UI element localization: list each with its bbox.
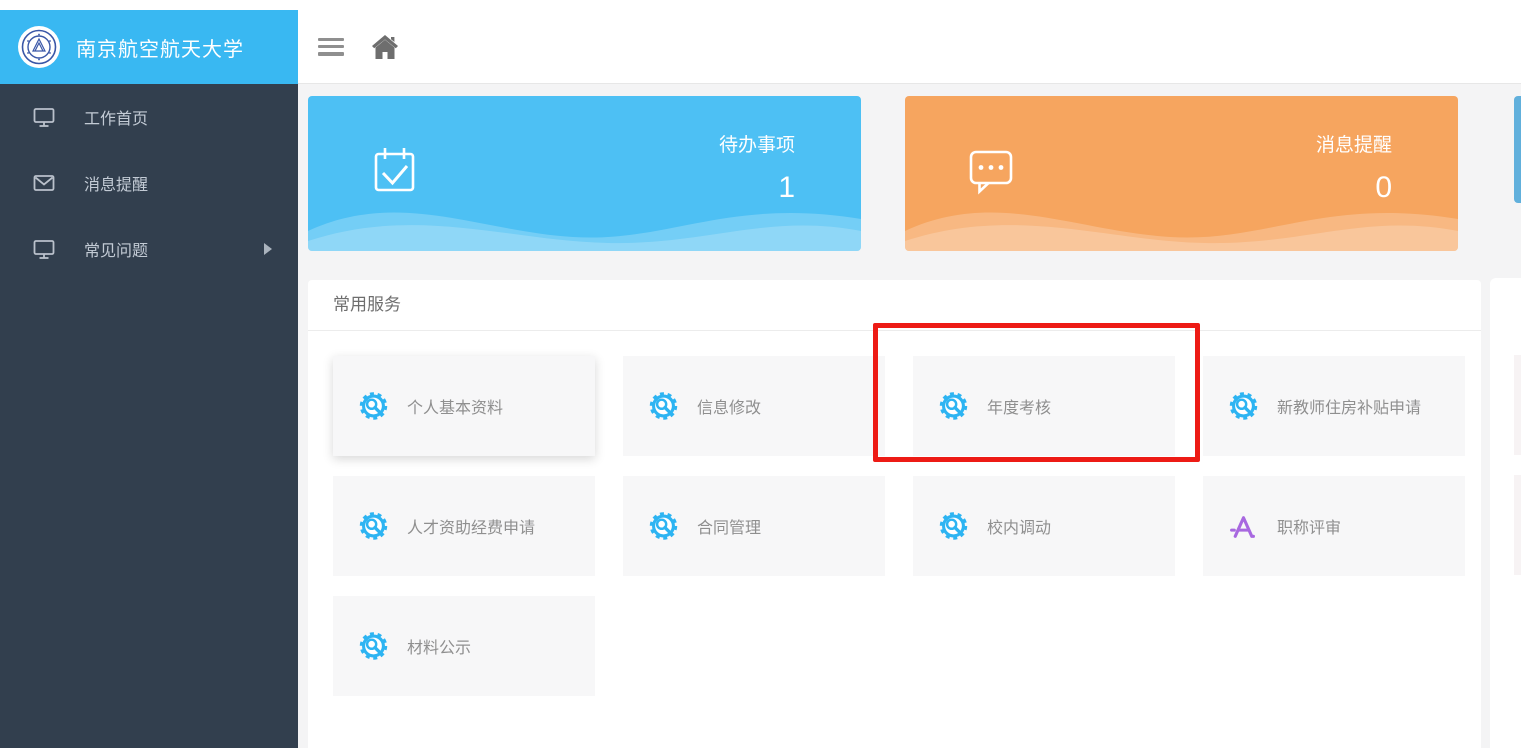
service-tile-label: 人才资助经费申请 [407,514,535,538]
stat-card-message[interactable]: 消息提醒 0 [905,96,1458,251]
purple-a-icon [1228,511,1259,542]
sidebar-nav: 工作首页 消息提醒 常见问题 [0,84,298,748]
sidebar-item-label: 消息提醒 [84,171,148,195]
topbar [298,10,1521,84]
gear-search-icon [1228,391,1259,422]
gear-search-icon [938,391,969,422]
service-tile-talent-funding[interactable]: 人才资助经费申请 [333,476,595,576]
app-screen: 南京航空航天大学 工作首页 消息提醒 常见问题 待办事项 1 [0,0,1521,748]
service-tile-info-edit[interactable]: 信息修改 [623,356,885,456]
gear-search-icon [358,631,389,662]
partial-panel-right [1490,278,1521,748]
service-tile-internal-transfer[interactable]: 校内调动 [913,476,1175,576]
monitor-icon [32,237,56,261]
services-panel-title: 常用服务 [308,280,1481,331]
service-tile-contract-management[interactable]: 合同管理 [623,476,885,576]
stat-card-title: 消息提醒 [1316,130,1392,157]
stat-card-todo[interactable]: 待办事项 1 [308,96,861,251]
service-tile-title-review[interactable]: 职称评审 [1203,476,1465,576]
gear-search-icon [358,391,389,422]
university-logo-icon [18,26,60,68]
gear-search-icon [358,511,389,542]
service-tile-material-publicity[interactable]: 材料公示 [333,596,595,696]
chevron-right-icon [264,243,272,255]
sidebar-item-work-home[interactable]: 工作首页 [0,84,298,150]
main-content: 待办事项 1 消息提醒 0 常用服务 个人基本资料 信息修改 年度考核 新教 [298,84,1521,748]
service-tile-label: 职称评审 [1277,514,1341,538]
monitor-icon [32,105,56,129]
sidebar-item-label: 常见问题 [84,237,148,261]
service-tile-label: 材料公示 [407,634,471,658]
brand-header: 南京航空航天大学 [0,10,298,84]
services-grid: 个人基本资料 信息修改 年度考核 新教师住房补贴申请 人才资助经费申请 合同管理… [308,331,1481,721]
service-tile-annual-assessment[interactable]: 年度考核 [913,356,1175,456]
sidebar-item-label: 工作首页 [84,105,148,129]
gear-search-icon [648,391,679,422]
service-tile-label: 校内调动 [987,514,1051,538]
service-tile-label: 合同管理 [697,514,761,538]
sidebar-item-faq[interactable]: 常见问题 [0,216,298,282]
service-tile-label: 信息修改 [697,394,761,418]
stat-card-partial[interactable] [1514,96,1521,203]
gear-search-icon [938,511,969,542]
sidebar-item-messages[interactable]: 消息提醒 [0,150,298,216]
gear-search-icon [648,511,679,542]
partial-tile [1514,475,1521,575]
services-panel: 常用服务 个人基本资料 信息修改 年度考核 新教师住房补贴申请 人才资助经费申请… [308,280,1481,748]
service-tile-label: 新教师住房补贴申请 [1277,394,1421,418]
envelope-icon [32,171,56,195]
university-name: 南京航空航天大学 [76,33,244,62]
wave-decoration [308,179,861,251]
service-tile-label: 个人基本资料 [407,394,503,418]
service-tile-personal-info[interactable]: 个人基本资料 [333,356,595,456]
wave-decoration [905,179,1458,251]
partial-tile [1514,355,1521,455]
home-icon[interactable] [370,33,400,61]
service-tile-label: 年度考核 [987,394,1051,418]
hamburger-menu-icon[interactable] [318,38,344,56]
stat-card-title: 待办事项 [719,130,795,157]
service-tile-housing-subsidy[interactable]: 新教师住房补贴申请 [1203,356,1465,456]
